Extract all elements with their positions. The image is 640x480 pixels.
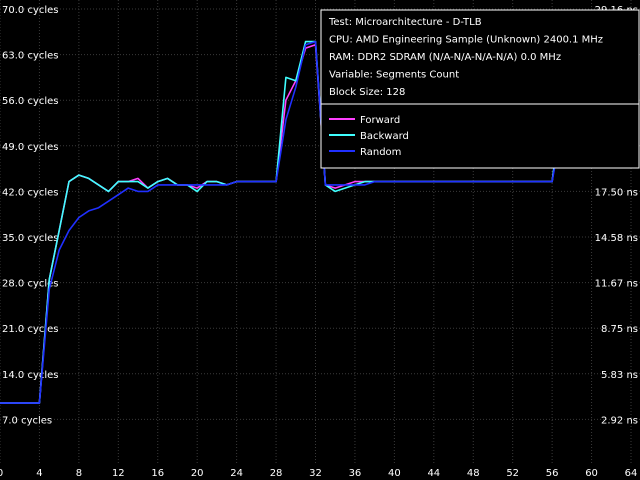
y-tick-label-left: 63.0 cycles xyxy=(2,51,59,62)
x-tick-label: 4 xyxy=(36,468,42,479)
legend-label-random: Random xyxy=(360,147,401,158)
info-line: RAM: DDR2 SDRAM (N/A-N/A-N/A-N/A) 0.0 MH… xyxy=(329,52,561,63)
x-tick-label: 12 xyxy=(112,468,125,479)
x-tick-label: 48 xyxy=(467,468,480,479)
x-tick-label: 64 xyxy=(625,468,638,479)
x-tick-label: 20 xyxy=(191,468,204,479)
line-chart: 04812162024283236404448525660647.0 cycle… xyxy=(0,0,640,480)
x-tick-label: 0 xyxy=(0,468,3,479)
x-tick-label: 36 xyxy=(349,468,362,479)
x-tick-label: 32 xyxy=(309,468,322,479)
y-tick-label-left: 35.0 cycles xyxy=(2,233,59,244)
x-tick-label: 52 xyxy=(506,468,519,479)
y-tick-label-right: 17.50 ns xyxy=(595,187,638,198)
legend-label-forward: Forward xyxy=(360,115,400,126)
y-tick-label-right: 2.92 ns xyxy=(601,415,638,426)
y-tick-label-left: 56.0 cycles xyxy=(2,96,59,107)
y-tick-label-right: 11.67 ns xyxy=(595,279,638,290)
y-tick-label-left: 42.0 cycles xyxy=(2,187,59,198)
x-tick-label: 56 xyxy=(546,468,559,479)
x-tick-label: 40 xyxy=(388,468,401,479)
y-tick-label-right: 8.75 ns xyxy=(601,324,638,335)
x-tick-label: 28 xyxy=(270,468,283,479)
y-tick-label-left: 14.0 cycles xyxy=(2,370,59,381)
y-tick-label-right: 14.58 ns xyxy=(595,233,638,244)
x-tick-label: 8 xyxy=(76,468,82,479)
info-line: Variable: Segments Count xyxy=(329,70,459,81)
info-line: Block Size: 128 xyxy=(329,87,405,98)
y-tick-label-left: 49.0 cycles xyxy=(2,142,59,153)
info-line: Test: Microarchitecture - D-TLB xyxy=(328,17,482,28)
x-tick-label: 60 xyxy=(585,468,598,479)
y-tick-label-left: 7.0 cycles xyxy=(2,415,52,426)
y-tick-label-left: 21.0 cycles xyxy=(2,324,59,335)
x-tick-label: 16 xyxy=(151,468,164,479)
x-tick-label: 24 xyxy=(230,468,243,479)
info-box: Test: Microarchitecture - D-TLB CPU: AMD … xyxy=(320,9,640,169)
y-tick-label-left: 70.0 cycles xyxy=(2,5,59,16)
x-tick-label: 44 xyxy=(427,468,440,479)
y-tick-label-right: 5.83 ns xyxy=(601,370,638,381)
legend-label-backward: Backward xyxy=(360,131,409,142)
info-line: CPU: AMD Engineering Sample (Unknown) 24… xyxy=(329,35,603,46)
